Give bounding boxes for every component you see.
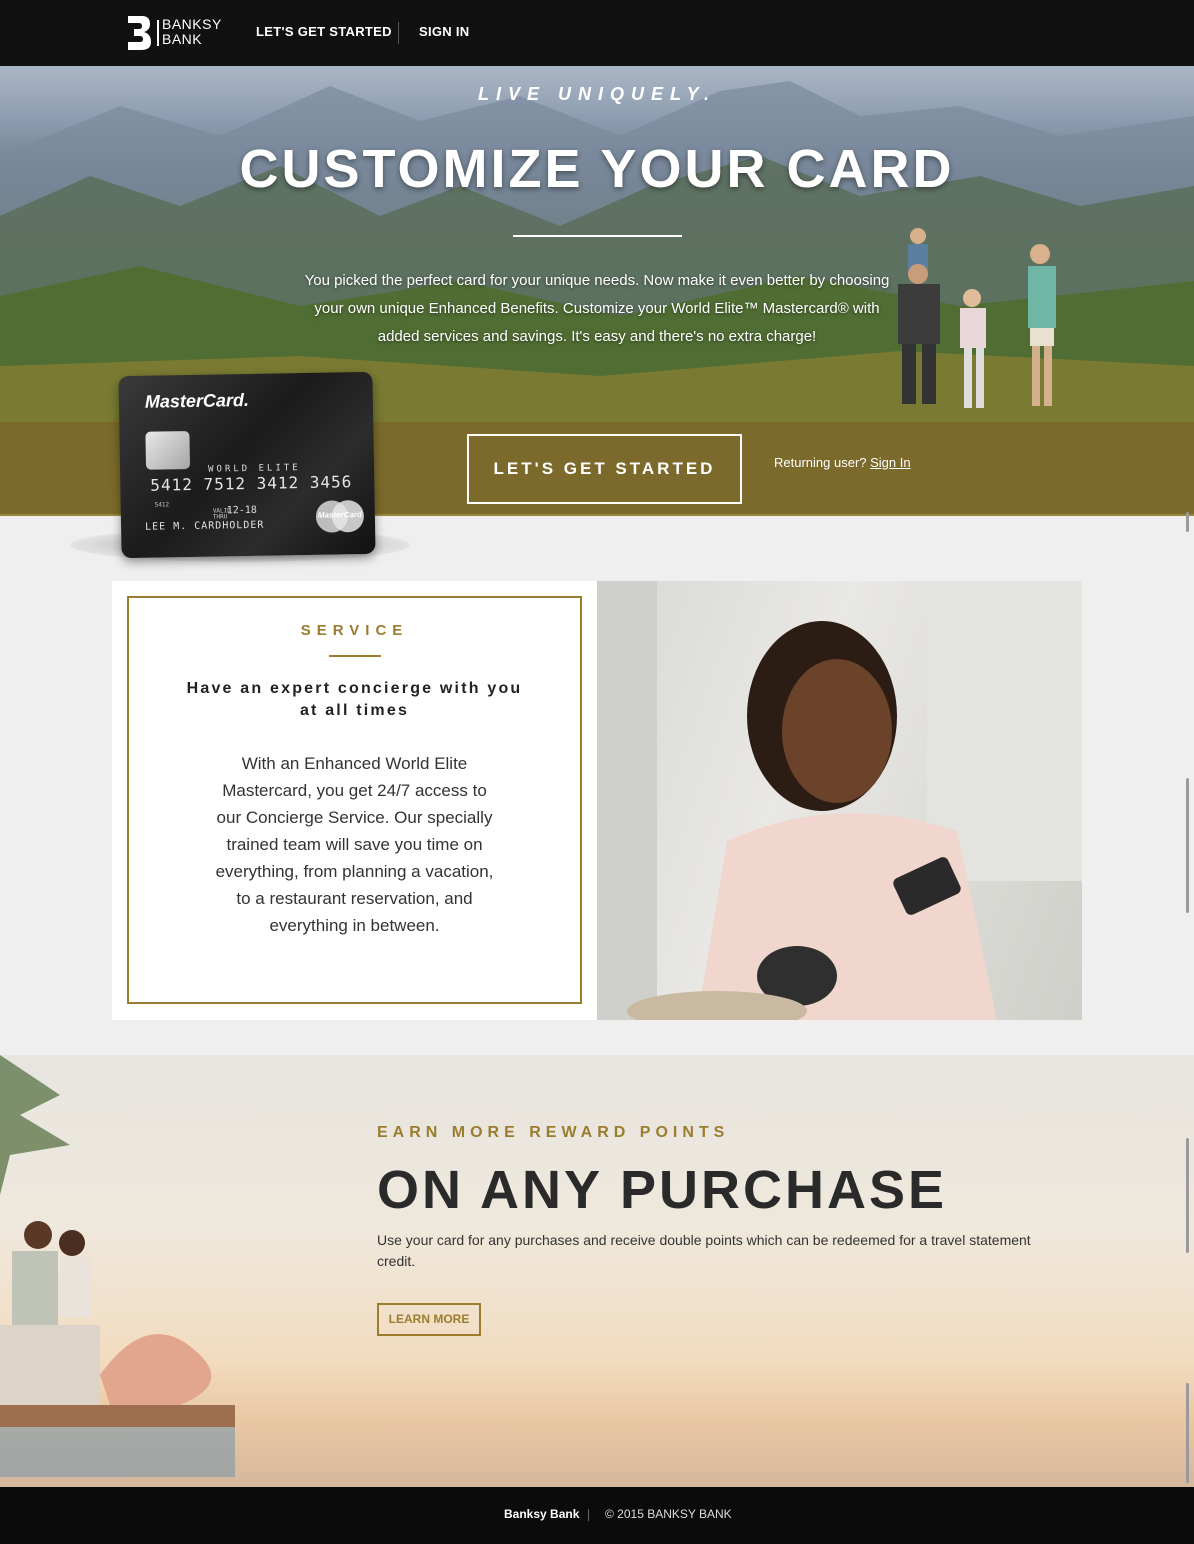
service-body: With an Enhanced World Elite Mastercard,…: [215, 754, 494, 935]
cardholder-name: LEE M. CARDHOLDER: [144, 519, 265, 533]
scrollbar-thumb[interactable]: [1186, 778, 1189, 913]
scrollbar-thumb[interactable]: [1186, 512, 1189, 532]
logo-b-icon: [128, 16, 151, 50]
nav-link-get-started[interactable]: LET'S GET STARTED: [256, 24, 392, 39]
sign-in-link[interactable]: Sign In: [870, 455, 910, 470]
service-divider: [329, 655, 381, 657]
service-heading: Have an expert concierge with you at all…: [186, 680, 523, 719]
top-navbar: BANKSY BANK LET'S GET STARTED SIGN IN: [0, 0, 1194, 66]
hero-title: CUSTOMIZE YOUR CARD: [239, 139, 955, 199]
rewards-description: Use your card for any purchases and rece…: [377, 1232, 1031, 1269]
scrollbar-thumb[interactable]: [1186, 1138, 1189, 1253]
credit-card-image: MasterCard. WORLD ELITE 5412 7512 3412 3…: [118, 371, 376, 559]
banksy-bank-logo[interactable]: BANKSY BANK: [126, 14, 226, 52]
hero-divider: [513, 235, 682, 237]
family-hiking-image: [898, 228, 1056, 408]
service-frame: SERVICE Have an expert concierge with yo…: [127, 596, 582, 1004]
card-brand: MasterCard.: [144, 389, 250, 412]
rewards-section: EARN MORE REWARD POINTS ON ANY PURCHASE …: [0, 1055, 1194, 1487]
mastercard-logo-text: MasterCard: [317, 510, 362, 520]
logo-line-2: BANK: [162, 31, 203, 47]
service-label: SERVICE: [300, 622, 409, 639]
service-panel: SERVICE Have an expert concierge with yo…: [112, 581, 597, 1020]
logo-divider: [157, 20, 159, 46]
card-expiry: 12-18: [226, 504, 257, 517]
logo-wordmark: BANKSY BANK: [162, 17, 222, 47]
nav-divider: [398, 22, 399, 44]
logo-line-1: BANKSY: [162, 16, 222, 32]
rewards-title: ON ANY PURCHASE: [377, 1160, 948, 1220]
hero-tagline: LIVE UNIQUELY.: [477, 84, 717, 104]
returning-user-label: Returning user?: [774, 455, 867, 470]
returning-user-text: Returning user? Sign In: [774, 455, 911, 470]
card-chip-icon: [145, 431, 191, 470]
footer-brand: Banksy Bank: [504, 1507, 580, 1521]
scrollbar-thumb[interactable]: [1186, 1383, 1189, 1483]
woman-photo-illustration: [597, 581, 1082, 1020]
learn-more-button[interactable]: LEARN MORE: [377, 1303, 481, 1336]
nav-link-sign-in[interactable]: SIGN IN: [419, 24, 470, 39]
card-valid-label: VALID THRU: [212, 507, 231, 521]
footer-copyright: © 2015 BANKSY BANK: [605, 1507, 732, 1521]
footer-divider: [588, 1509, 589, 1521]
card-small-number: 5412: [154, 501, 170, 509]
couple-by-pool-image: [0, 1055, 235, 1477]
rewards-label: EARN MORE REWARD POINTS: [377, 1124, 730, 1141]
card-number: 5412 7512 3412 3456: [150, 472, 353, 495]
woman-with-phone-image: [597, 581, 1082, 1020]
lets-get-started-button[interactable]: LET'S GET STARTED: [467, 434, 742, 504]
hero-banner: LIVE UNIQUELY. CUSTOMIZE YOUR CARD You p…: [0, 66, 1194, 422]
footer: Banksy Bank © 2015 BANKSY BANK: [0, 1487, 1194, 1544]
hero-description: You picked the perfect card for your uni…: [304, 272, 890, 345]
